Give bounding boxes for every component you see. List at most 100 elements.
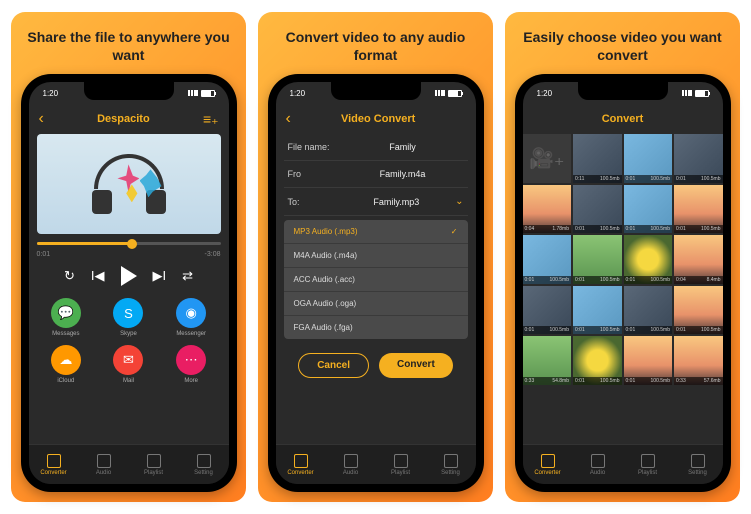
add-video-button[interactable]: 🎥₊ — [523, 134, 572, 183]
progress-slider[interactable] — [37, 242, 221, 245]
share-more[interactable]: ⋯ More — [162, 345, 221, 384]
thumb-meta: 0:01100.5mb — [573, 377, 622, 385]
video-thumb[interactable]: 0:048.4mb — [674, 235, 723, 284]
video-thumb[interactable]: 0:3354.8mb — [523, 336, 572, 385]
tab-audio[interactable]: Audio — [326, 445, 376, 484]
battery-icon — [201, 90, 215, 97]
tab-converter[interactable]: Converter — [276, 445, 326, 484]
phone-frame: 1:20 ‹ Despacito ≡₊ 0:01-3:08 ↻ I◀ ▶I ⇄ … — [21, 74, 237, 492]
format-option[interactable]: FGA Audio (.fga) — [284, 316, 468, 339]
thumb-meta: 0:01100.5mb — [573, 225, 622, 233]
tabbar: Converter Audio PlaylistSetting — [523, 444, 723, 484]
video-thumb[interactable]: 0:01100.5mb — [624, 336, 673, 385]
tab-icon — [641, 454, 655, 468]
status-time: 1:20 — [537, 89, 553, 98]
video-thumb[interactable]: 0:01100.5mb — [674, 185, 723, 234]
thumb-meta: 0:01100.5mb — [523, 276, 572, 284]
share-icon: ⋯ — [176, 345, 206, 375]
chevron-down-icon: ⌄ — [455, 196, 463, 207]
tab-label: Converter — [534, 470, 560, 476]
share-mail[interactable]: ✉Mail — [99, 345, 158, 384]
video-thumb[interactable]: 0:01100.5mb — [573, 235, 622, 284]
battery-icon — [695, 90, 709, 97]
format-option[interactable]: MP3 Audio (.mp3)✓ — [284, 220, 468, 244]
tab-audio[interactable]: Audio — [79, 445, 129, 484]
tab-label: Playlist — [144, 470, 163, 476]
share-icon: S — [113, 298, 143, 328]
thumb-meta: 0:01100.5mb — [624, 377, 673, 385]
share-messages[interactable]: 💬Messages — [37, 298, 96, 337]
share-label: iCloud — [57, 378, 74, 384]
back-icon[interactable]: ‹ — [39, 110, 44, 128]
tabbar: Converter AudioPlaylistSetting — [276, 444, 476, 484]
tab-converter[interactable]: Converter — [523, 445, 573, 484]
share-label: More — [184, 378, 198, 384]
format-option[interactable]: ACC Audio (.acc) — [284, 268, 468, 292]
tab-label: Audio — [590, 470, 605, 476]
format-option[interactable]: OGA Audio (.oga) — [284, 292, 468, 316]
video-thumb[interactable]: 0:01100.5mb — [523, 286, 572, 335]
video-gallery: 🎥₊0:11100.5mb0:01100.5mb0:01100.5mb0:041… — [523, 134, 723, 385]
panel-share: Share the file to anywhere you want 1:20… — [11, 12, 246, 502]
video-thumb[interactable]: 0:01100.5mb — [624, 235, 673, 284]
share-messenger[interactable]: ◉Messenger — [162, 298, 221, 337]
thumb-meta: 0:01100.5mb — [674, 225, 723, 233]
tab-icon — [591, 454, 605, 468]
phone-frame: 1:20 Convert 🎥₊0:11100.5mb0:01100.5mb0:0… — [515, 74, 731, 492]
video-thumb[interactable]: 0:01100.5mb — [624, 286, 673, 335]
tab-setting[interactable]: Setting — [179, 445, 229, 484]
tab-label: Converter — [40, 470, 66, 476]
time-total: -3:08 — [205, 251, 221, 258]
from-label: Fro — [288, 169, 342, 179]
play-icon[interactable] — [121, 266, 137, 286]
video-thumb[interactable]: 0:01100.5mb — [523, 235, 572, 284]
signal-icon — [188, 90, 198, 96]
next-icon[interactable]: ▶I — [153, 268, 167, 284]
share-label: Skype — [120, 331, 137, 337]
video-thumb[interactable]: 0:041.78mb — [523, 185, 572, 234]
share-skype[interactable]: S Skype — [99, 298, 158, 337]
filename-label: File name: — [288, 142, 342, 152]
share-icon: ◉ — [176, 298, 206, 328]
video-thumb[interactable]: 0:01100.5mb — [573, 286, 622, 335]
cancel-button[interactable]: Cancel — [298, 353, 369, 378]
tab-playlist[interactable]: Playlist — [129, 445, 179, 484]
convert-button[interactable]: Convert — [379, 353, 453, 378]
format-option[interactable]: M4A Audio (.m4a) — [284, 244, 468, 268]
panel-convert: Convert video to any audio format 1:20 ‹… — [258, 12, 493, 502]
tab-icon — [344, 454, 358, 468]
tab-setting[interactable]: Setting — [673, 445, 723, 484]
tab-playlist[interactable]: Playlist — [623, 445, 673, 484]
tagline: Easily choose video you want convert — [515, 28, 730, 64]
tab-label: Setting — [194, 470, 213, 476]
video-thumb[interactable]: 0:01100.5mb — [624, 134, 673, 183]
shuffle-icon[interactable]: ⇄ — [182, 268, 193, 284]
playback-controls: ↻ I◀ ▶I ⇄ — [37, 266, 221, 286]
video-thumb[interactable]: 0:01100.5mb — [573, 185, 622, 234]
format-dropdown: MP3 Audio (.mp3)✓M4A Audio (.m4a)ACC Aud… — [284, 220, 468, 339]
video-thumb[interactable]: 0:01100.5mb — [573, 336, 622, 385]
tab-setting[interactable]: Setting — [426, 445, 476, 484]
tab-audio[interactable]: Audio — [573, 445, 623, 484]
video-thumb[interactable]: 0:01100.5mb — [624, 185, 673, 234]
video-thumb[interactable]: 0:01100.5mb — [674, 286, 723, 335]
tab-converter[interactable]: Converter — [29, 445, 79, 484]
video-thumb[interactable]: 0:3357.6mb — [674, 336, 723, 385]
share-icloud[interactable]: ☁iCloud — [37, 345, 96, 384]
page-title: Despacito — [97, 113, 150, 125]
tab-label: Converter — [287, 470, 313, 476]
thumb-meta: 0:041.78mb — [523, 225, 572, 233]
video-thumb[interactable]: 0:01100.5mb — [674, 134, 723, 183]
menu-icon[interactable]: ≡₊ — [203, 111, 219, 128]
filename-value[interactable]: Family — [342, 142, 464, 152]
thumb-meta: 0:01100.5mb — [573, 276, 622, 284]
prev-icon[interactable]: I◀ — [91, 268, 105, 284]
video-thumb[interactable]: 0:11100.5mb — [573, 134, 622, 183]
repeat-icon[interactable]: ↻ — [64, 268, 75, 284]
back-icon[interactable]: ‹ — [286, 110, 291, 128]
tab-label: Audio — [96, 470, 111, 476]
notch — [578, 82, 668, 100]
tab-playlist[interactable]: Playlist — [376, 445, 426, 484]
to-row[interactable]: To: Family.mp3 ⌄ — [284, 188, 468, 216]
tab-icon — [691, 454, 705, 468]
